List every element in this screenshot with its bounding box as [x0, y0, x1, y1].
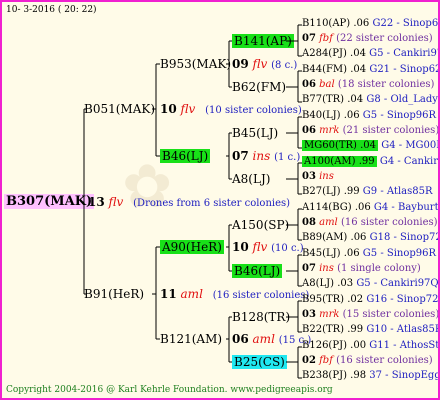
tree-lines	[82, 24, 302, 379]
pedigree-frame: ✿ 10- 3-2016 ( 20: 22) B307(MAK) 13 flv …	[0, 0, 440, 400]
